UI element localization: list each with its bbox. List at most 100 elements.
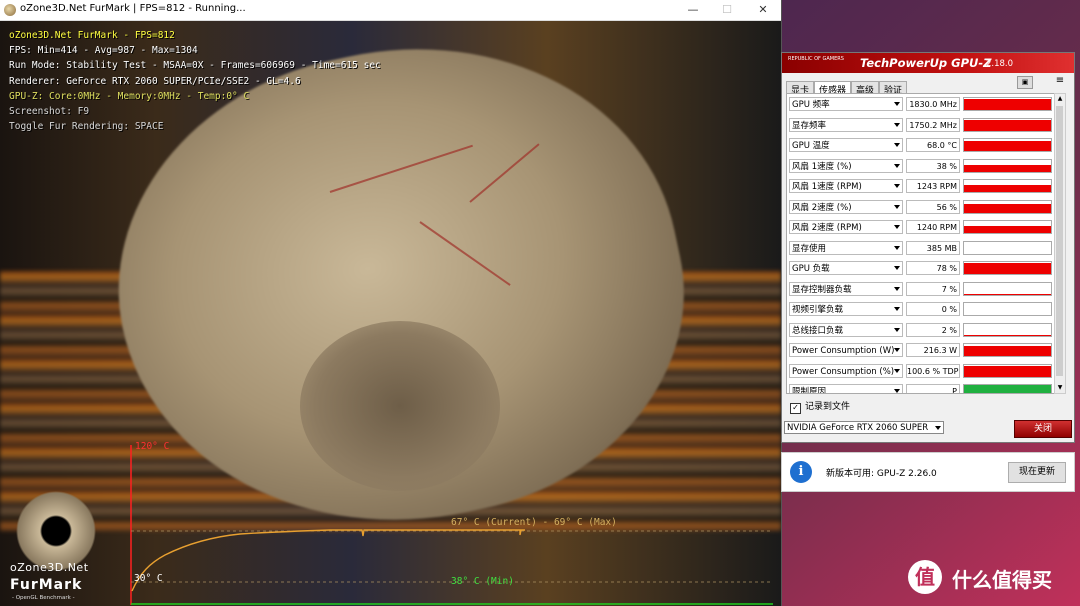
- gpuz-close-button[interactable]: 关闭: [1014, 420, 1072, 438]
- furmark-window: oZone3D.Net FurMark | FPS=812 - Running.…: [0, 0, 782, 606]
- sensor-graph: [963, 322, 1052, 337]
- sensor-value: 38 %: [906, 158, 960, 173]
- logo-donut-icon: [16, 491, 96, 571]
- sensor-graph-fill: [964, 184, 1051, 192]
- sensor-graph: [963, 281, 1052, 296]
- log-to-file-label: 记录到文件: [805, 402, 851, 412]
- sensor-label-dropdown[interactable]: 显存控制器负载: [789, 281, 903, 296]
- sensor-row: 限制原因 P: [789, 384, 1059, 393]
- sensor-label: 风扇 1速度 (%): [792, 161, 852, 172]
- sensor-label-dropdown[interactable]: Power Consumption (%): [789, 363, 903, 378]
- sensor-graph: [963, 199, 1052, 214]
- sensor-row: 显存使用 385 MB: [789, 240, 1059, 256]
- sensor-value: 385 MB: [906, 240, 960, 255]
- sensor-graph: [963, 220, 1052, 234]
- scrollbar-thumb[interactable]: [1056, 106, 1063, 376]
- sensor-label: 视频引擎负载: [792, 305, 844, 315]
- gpu-select-dropdown[interactable]: NVIDIA GeForce RTX 2060 SUPER: [784, 421, 944, 434]
- gpuz-titlebar[interactable]: REPUBLIC OF GAMERS TechPowerUp GPU-Z 2.1…: [782, 53, 1074, 73]
- sensor-label-dropdown[interactable]: GPU 频率: [789, 97, 903, 111]
- graph-current-label: 67° C (Current) - 69° C (Max): [451, 517, 617, 528]
- maximize-button[interactable]: ☐: [710, 0, 744, 20]
- sensor-label: GPU 负载: [792, 264, 830, 274]
- watermark-text: 什么值得买: [952, 568, 1052, 592]
- sensor-row: GPU 负载 78 %: [789, 261, 1059, 276]
- chevron-down-icon: [894, 102, 900, 106]
- sensor-graph: [963, 117, 1052, 132]
- gpuz-window: REPUBLIC OF GAMERS TechPowerUp GPU-Z 2.1…: [781, 52, 1075, 443]
- furmark-app-icon: [4, 4, 16, 16]
- sensor-row: 风扇 2速度 (RPM) 1240 RPM: [789, 220, 1059, 235]
- sensor-graph-fill: [964, 366, 1051, 377]
- sensor-label-dropdown[interactable]: 视频引擎负载: [789, 302, 903, 316]
- close-button[interactable]: ✕: [746, 0, 780, 20]
- sensor-graph: [963, 261, 1052, 275]
- sensor-label: 显存频率: [792, 120, 827, 131]
- sensor-value: 68.0 °C: [906, 138, 960, 152]
- sensor-value: 78 %: [906, 261, 960, 275]
- sensor-label-dropdown[interactable]: 显存频率: [789, 117, 903, 132]
- sensor-graph: [963, 158, 1052, 173]
- sensor-graph-fill: [964, 385, 1051, 393]
- site-watermark: 值 什么值得买: [908, 560, 1078, 600]
- temperature-graph: 120° C 67° C (Current) - 69° C (Max) 30°…: [130, 441, 774, 606]
- sensor-value: 1240 RPM: [906, 220, 960, 234]
- sensor-label: 风扇 2速度 (RPM): [792, 223, 862, 233]
- log-to-file-option[interactable]: ✓ 记录到文件: [790, 399, 850, 414]
- logo-subtitle: - OpenGL Benchmark -: [12, 595, 75, 601]
- scroll-up-arrow-icon[interactable]: ▲: [1055, 94, 1065, 104]
- sensor-label: 显存使用: [792, 243, 827, 254]
- scroll-down-arrow-icon[interactable]: ▼: [1055, 383, 1065, 393]
- sensor-graph-fill: [964, 119, 1051, 131]
- menu-icon[interactable]: ≡: [1054, 76, 1066, 87]
- sensor-panel: GPU 频率 1830.0 MHz 显存频率 1750.2 MHz GPU 温度 68.0…: [786, 93, 1060, 394]
- sensor-graph-fill: [964, 293, 1051, 295]
- sensor-label-dropdown[interactable]: 显存使用: [789, 240, 903, 255]
- sensor-graph-fill: [964, 141, 1051, 151]
- sensor-label: GPU 频率: [792, 100, 830, 110]
- chevron-down-icon: [894, 163, 900, 168]
- logo-brand: oZone3D.Net: [10, 561, 89, 574]
- sensor-row: GPU 频率 1830.0 MHz: [789, 97, 1059, 112]
- sensor-value: 1750.2 MHz: [906, 117, 960, 132]
- gpuz-app-name: TechPowerUp GPU-Z: [860, 56, 992, 70]
- sensor-label: GPU 温度: [792, 141, 830, 151]
- sensor-label-dropdown[interactable]: 风扇 1速度 (%): [789, 158, 903, 173]
- sensor-value: 1243 RPM: [906, 179, 960, 193]
- sensor-label-dropdown[interactable]: GPU 负载: [789, 261, 903, 275]
- sensor-label-dropdown[interactable]: 限制原因: [789, 384, 903, 393]
- furmark-titlebar[interactable]: oZone3D.Net FurMark | FPS=812 - Running.…: [0, 0, 781, 21]
- sensor-label-dropdown[interactable]: 总线接口负载: [789, 322, 903, 337]
- log-to-file-checkbox[interactable]: ✓: [790, 403, 801, 414]
- gpuz-info: GPU-Z: Core:0MHz - Memory:0MHz - Temp:0°…: [9, 90, 250, 102]
- update-now-button[interactable]: 现在更新: [1008, 462, 1066, 483]
- sensor-scrollbar[interactable]: ▲ ▼: [1054, 93, 1066, 394]
- run-mode: Run Mode: Stability Test - MSAA=0X - Fra…: [9, 60, 381, 72]
- sensor-label-dropdown[interactable]: 风扇 2速度 (RPM): [789, 220, 903, 234]
- sensor-label-dropdown[interactable]: Power Consumption (W): [789, 343, 903, 357]
- sensor-label-dropdown[interactable]: 风扇 1速度 (RPM): [789, 179, 903, 193]
- screenshot-camera-icon[interactable]: ▣: [1017, 76, 1033, 89]
- sensor-value: 2 %: [906, 322, 960, 337]
- minimize-button[interactable]: —: [676, 0, 710, 20]
- sensor-graph: [963, 138, 1052, 152]
- sensor-value: 7 %: [906, 281, 960, 296]
- chevron-down-icon: [894, 307, 900, 311]
- sensor-graph-fill: [964, 263, 1051, 274]
- sensor-row: GPU 温度 68.0 °C: [789, 138, 1059, 153]
- gpuz-version: 2.18.0: [986, 59, 1014, 69]
- sensor-label-dropdown[interactable]: 风扇 2速度 (%): [789, 199, 903, 214]
- sensor-value: 0 %: [906, 302, 960, 316]
- logo-product: FurMark: [10, 577, 83, 593]
- chevron-down-icon: [894, 245, 900, 250]
- chevron-down-icon: [894, 389, 900, 393]
- sensor-label-dropdown[interactable]: GPU 温度: [789, 138, 903, 152]
- chevron-down-icon: [894, 143, 900, 147]
- sensor-row: 显存频率 1750.2 MHz: [789, 117, 1059, 133]
- info-icon: i: [790, 461, 812, 483]
- graph-max-label: 120° C: [135, 441, 170, 452]
- sensor-graph: [963, 302, 1052, 316]
- sensor-label: 风扇 2速度 (%): [792, 202, 852, 213]
- sensor-graph: [963, 179, 1052, 193]
- sensor-graph-fill: [964, 204, 1051, 213]
